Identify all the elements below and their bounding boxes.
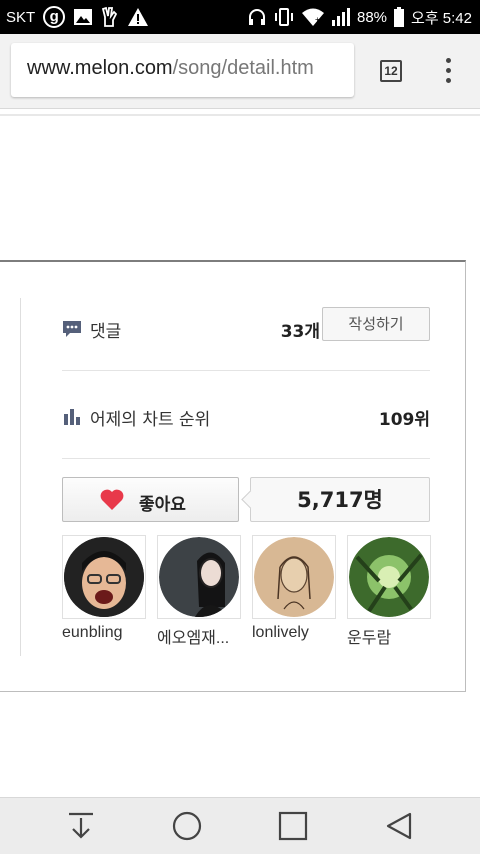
g-circle-icon: g	[43, 6, 66, 28]
comments-count[interactable]: 33개	[281, 317, 320, 342]
status-right: + 88% 오후 5:42	[247, 0, 472, 34]
more-vert-icon[interactable]	[446, 58, 452, 84]
comments-row: 댓글 33개 작성하기	[62, 307, 430, 342]
page-divider	[0, 114, 480, 116]
heart-icon	[100, 489, 124, 510]
fan-item[interactable]: lonlively	[252, 535, 336, 642]
fan-item[interactable]: 운두람	[347, 535, 431, 648]
fan-name: eunbling	[62, 624, 123, 641]
wifi-icon: +	[302, 8, 324, 26]
fan-item[interactable]: 에오엠재...	[157, 535, 241, 648]
bar-chart-icon	[64, 409, 80, 425]
url-field[interactable]: www.melon.com/song/detail.htm	[11, 43, 354, 97]
avatar-icon	[159, 537, 239, 617]
avatar-icon	[254, 537, 334, 617]
vibrate-icon	[275, 8, 293, 26]
avatar-icon	[349, 537, 429, 617]
comment-icon	[63, 321, 81, 337]
status-bar: SKT g + 88% 오후 5:42	[0, 0, 480, 34]
fan-avatar-frame	[157, 535, 241, 619]
clock: 오후 5:42	[411, 9, 472, 27]
url-path: /song/detail.htm	[172, 57, 314, 79]
home-icon[interactable]	[169, 808, 205, 844]
avatar	[349, 537, 429, 617]
url-domain: www.melon.com	[27, 57, 173, 79]
chart-rank-row: 어제의 차트 순위 109위	[62, 405, 430, 430]
write-comment-button[interactable]: 작성하기	[322, 307, 430, 341]
fan-avatar-frame	[252, 535, 336, 619]
fan-avatar-frame	[62, 535, 146, 619]
system-nav-bar	[0, 797, 480, 854]
like-button[interactable]: 좋아요	[62, 477, 239, 522]
carrier-label: SKT	[6, 8, 36, 26]
download-icon[interactable]	[63, 808, 99, 844]
battery-percent: 88%	[357, 8, 388, 26]
tab-switcher-button[interactable]: 12	[380, 60, 402, 82]
avatar	[64, 537, 144, 617]
avatar	[159, 537, 239, 617]
svg-text:+: +	[315, 15, 320, 24]
row-divider	[62, 458, 430, 459]
browser-toolbar: www.melon.com/song/detail.htm 12	[0, 34, 480, 109]
like-count: 5,717명	[250, 477, 430, 522]
hand-icon	[102, 6, 118, 27]
chart-rank-value: 109위	[378, 410, 430, 430]
comments-label: 댓글	[90, 322, 122, 342]
fan-name: 운두람	[347, 630, 392, 647]
recents-icon[interactable]	[275, 808, 311, 844]
like-button-label: 좋아요	[139, 495, 186, 515]
image-icon	[74, 9, 93, 25]
url-text: www.melon.com/song/detail.htm	[27, 57, 314, 80]
back-icon[interactable]	[381, 808, 417, 844]
signal-icon	[332, 8, 350, 26]
row-divider	[62, 370, 430, 371]
fan-avatar-frame	[347, 535, 431, 619]
avatar	[254, 537, 334, 617]
headphones-icon	[249, 9, 265, 25]
chart-rank-label: 어제의 차트 순위	[90, 410, 211, 430]
fan-list: eunbling 에오엠재... lonlively 운두람	[62, 535, 432, 648]
card-vertical-rule	[20, 298, 21, 656]
fan-name: 에오엠재...	[157, 630, 230, 647]
warning-icon	[128, 8, 149, 26]
status-left: SKT g	[6, 0, 149, 34]
battery-icon	[394, 7, 405, 27]
fan-name: lonlively	[252, 624, 309, 641]
fan-item[interactable]: eunbling	[62, 535, 146, 642]
avatar-icon	[64, 537, 144, 617]
